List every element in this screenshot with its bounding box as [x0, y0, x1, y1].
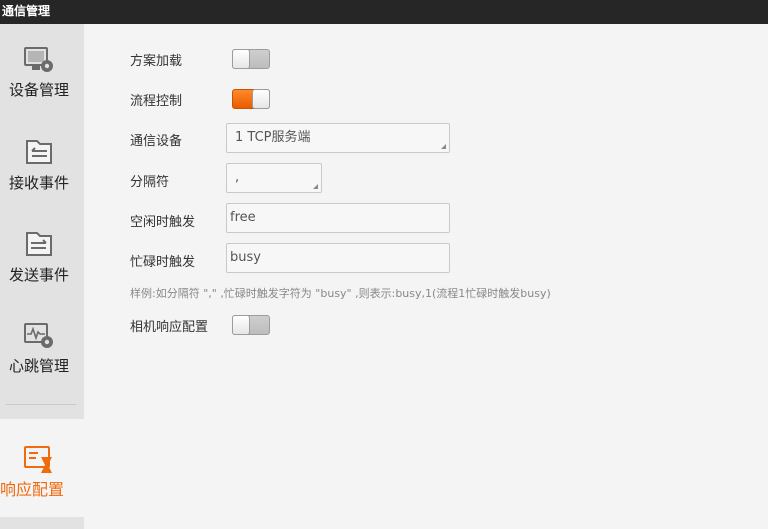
sidebar-item-label: 发送事件: [8, 266, 69, 284]
example-hint: 样例:如分隔符 "," ,忙碌时触发字符为 "busy" ,则表示:busy,1…: [130, 287, 551, 300]
camera-response-label: 相机响应配置: [130, 320, 209, 335]
separator-value: ,: [235, 170, 240, 185]
response-config-icon: [24, 446, 52, 473]
separator-select[interactable]: ,: [226, 163, 322, 193]
toggle-knob: [232, 315, 250, 335]
receive-folder-icon: [26, 140, 52, 164]
flow-control-toggle[interactable]: [232, 89, 270, 109]
sidebar-item-label: 接收事件: [8, 174, 69, 192]
separator-label: 分隔符: [130, 175, 170, 190]
camera-response-toggle[interactable]: [232, 315, 270, 335]
sidebar-item-device-management[interactable]: 设备管理: [0, 46, 78, 134]
idle-trigger-label: 空闲时触发: [130, 215, 196, 230]
comm-device-label: 通信设备: [130, 134, 183, 149]
comm-device-value: 1 TCP服务端: [235, 130, 311, 145]
dropdown-corner-icon: [441, 144, 446, 149]
idle-trigger-input[interactable]: free: [226, 203, 450, 233]
comm-device-select[interactable]: 1 TCP服务端: [226, 123, 450, 153]
window-title: 通信管理: [0, 0, 768, 24]
settings-form: 方案加载 流程控制 通信设备 1 TCP服务端 分隔符 , 空闲时触发 free…: [84, 24, 768, 529]
busy-trigger-input[interactable]: busy: [226, 243, 450, 273]
scheme-load-toggle[interactable]: [232, 49, 270, 69]
device-settings-icon: [24, 47, 53, 72]
scheme-load-label: 方案加载: [130, 54, 183, 69]
sidebar-item-label: 设备管理: [8, 81, 69, 99]
sidebar-item-send-events[interactable]: 发送事件: [0, 229, 78, 317]
flow-control-label: 流程控制: [130, 94, 183, 109]
sidebar-item-response-config[interactable]: 响应配置: [0, 419, 84, 517]
toggle-knob: [252, 89, 270, 109]
toggle-knob: [232, 49, 250, 69]
sidebar-divider: [6, 404, 76, 405]
sidebar-item-label: 心跳管理: [8, 357, 69, 375]
busy-trigger-label: 忙碌时触发: [130, 255, 196, 270]
sidebar-item-receive-events[interactable]: 接收事件: [0, 137, 78, 225]
sidebar-item-heartbeat[interactable]: 心跳管理: [0, 322, 78, 410]
sidebar-item-label: 响应配置: [0, 480, 65, 499]
heartbeat-settings-icon: [24, 323, 53, 348]
send-folder-icon: [26, 232, 52, 256]
sidebar: 设备管理 接收事件 发送事件 心跳管理 响应配置: [0, 24, 84, 529]
dropdown-corner-icon: [313, 184, 318, 189]
